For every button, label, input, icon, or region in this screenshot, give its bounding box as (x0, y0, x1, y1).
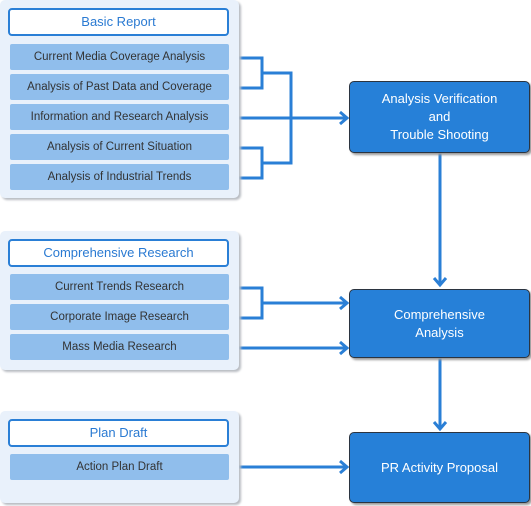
list-item: Corporate Image Research (10, 304, 229, 330)
connector (229, 286, 346, 320)
list-item: Analysis of Past Data and Coverage (10, 74, 229, 100)
list-item: Action Plan Draft (10, 454, 229, 480)
plan-draft-panel: Plan Draft Action Plan Draft (0, 411, 239, 503)
list-item: Analysis of Current Situation (10, 134, 229, 160)
comprehensive-analysis-box: Comprehensive Analysis (349, 289, 530, 358)
comprehensive-research-panel: Comprehensive Research Current Trends Re… (0, 231, 239, 370)
box-line: Comprehensive (393, 306, 486, 322)
list-item: Current Trends Research (10, 274, 229, 300)
box-line: PR Activity Proposal (380, 459, 499, 475)
list-item: Mass Media Research (10, 334, 229, 360)
list-item: Analysis of Industrial Trends (10, 164, 229, 190)
box-line: Trouble Shooting (390, 127, 489, 142)
list-item: Current Media Coverage Analysis (10, 44, 229, 70)
group-title: Basic Report (8, 8, 229, 36)
box-line: and (428, 109, 451, 124)
group-title: Plan Draft (8, 419, 229, 447)
box-line: Analysis (415, 324, 464, 340)
basic-report-panel: Basic Report Current Media Coverage Anal… (0, 0, 239, 198)
analysis-verification-box: Analysis Verification and Trouble Shooting (349, 81, 530, 153)
box-line: Analysis Verification (381, 91, 498, 106)
list-item: Information and Research Analysis (10, 104, 229, 130)
group-title: Comprehensive Research (8, 239, 229, 267)
pr-activity-proposal-box: PR Activity Proposal (349, 432, 530, 503)
